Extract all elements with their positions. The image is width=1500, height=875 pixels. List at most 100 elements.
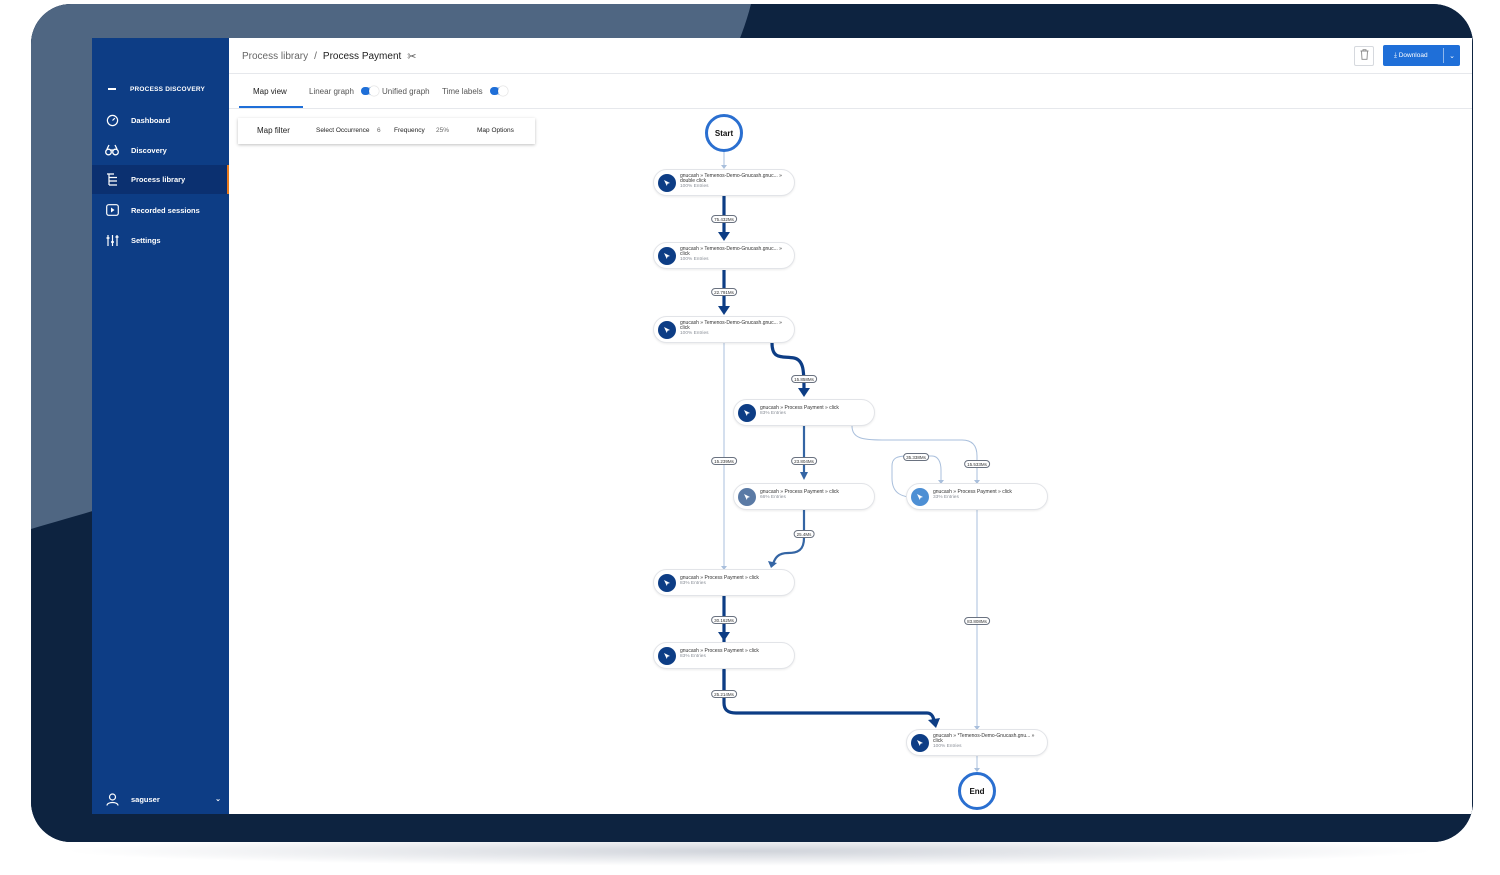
node-title: gnucash » *Temenos-Demo-Gnucash.gnu... » xyxy=(933,733,1035,739)
tab-unified-graph[interactable]: Unified graph xyxy=(382,87,430,96)
process-node[interactable]: gnucash » Temenos-Demo-Gnucash.gnuc... »… xyxy=(653,242,795,269)
node-entries: 100% Entries xyxy=(680,330,709,336)
cursor-icon xyxy=(738,488,756,506)
user-icon xyxy=(105,792,119,806)
cursor-icon xyxy=(658,174,676,192)
tab-map-view[interactable]: Map view xyxy=(253,87,287,96)
tree-list-icon xyxy=(105,173,119,187)
app-screen: PROCESS DISCOVERY Dashboard Discovery Pr… xyxy=(92,38,1472,814)
edge-duration-label: 25.4Ms xyxy=(793,530,815,538)
time-labels-toggle[interactable] xyxy=(490,86,508,96)
arrow-n3-n4 xyxy=(798,388,810,397)
node-action: click xyxy=(680,250,690,257)
sidebar-title: PROCESS DISCOVERY xyxy=(130,85,206,93)
node-action: click xyxy=(680,324,690,331)
occurrence-label[interactable]: Select Occurrence xyxy=(316,127,369,134)
sidebar-item-label: Recorded sessions xyxy=(131,205,200,215)
arrow-n4-n5 xyxy=(800,472,808,480)
edge-duration-label: 25.214Ms xyxy=(711,690,737,698)
end-label: End xyxy=(969,786,985,796)
trash-icon xyxy=(1360,47,1369,65)
chevron-down-icon[interactable]: ⌄ xyxy=(215,795,221,803)
sidebar-item-process-library[interactable]: Process library xyxy=(92,165,229,194)
breadcrumb-root[interactable]: Process library xyxy=(242,51,308,62)
edge-duration-label: 15.533Ms xyxy=(964,460,990,468)
node-entries: 100% Entries xyxy=(933,743,962,749)
delete-button[interactable] xyxy=(1354,46,1374,66)
collapse-icon[interactable] xyxy=(108,88,116,90)
map-filter-title[interactable]: Map filter xyxy=(257,126,290,135)
device-frame: PROCESS DISCOVERY Dashboard Discovery Pr… xyxy=(31,4,1473,842)
map-filter-bar: Map filter Select Occurrence 6 Frequency… xyxy=(238,118,535,144)
node-entries: 83% Entries xyxy=(680,581,706,586)
node-entries: 100% Entries xyxy=(680,256,709,262)
breadcrumb-current: Process Payment xyxy=(322,51,402,62)
sidebar-item-label: Process library xyxy=(131,175,186,184)
process-node[interactable]: gnucash » *Temenos-Demo-Gnucash.gnu... »… xyxy=(906,729,1048,756)
node-action: double click xyxy=(680,177,707,184)
tab-linear-graph[interactable]: Linear graph xyxy=(309,87,354,96)
node-entries: 33% Entries xyxy=(933,495,959,500)
node-title: gnucash » Temenos-Demo-Gnucash.gnuc... » xyxy=(680,246,782,252)
download-icon: ⤓ xyxy=(1394,51,1397,59)
occurrence-value[interactable]: 6 xyxy=(377,127,381,134)
arrow-n2-n3 xyxy=(718,306,730,315)
view-tabs: Map view Linear graph Unified graph Time… xyxy=(229,74,1472,109)
scissors-icon[interactable]: ✂ xyxy=(407,50,416,63)
sidebar-item-settings[interactable]: Settings xyxy=(92,226,229,254)
edge-duration-label: 15.858Ms xyxy=(791,375,817,383)
edge-duration-label: 35.338Ms xyxy=(903,453,929,461)
end-node[interactable]: End xyxy=(958,772,996,810)
process-node[interactable]: gnucash » Temenos-Demo-Gnucash.gnuc... »… xyxy=(653,169,795,196)
start-label: Start xyxy=(714,128,734,138)
graph-mode-toggle[interactable] xyxy=(361,86,379,96)
process-node[interactable]: gnucash » Temenos-Demo-Gnucash.gnuc... »… xyxy=(653,316,795,343)
cursor-icon xyxy=(658,574,676,592)
sidebar-item-dashboard[interactable]: Dashboard xyxy=(92,106,229,134)
node-entries: 83% Entries xyxy=(760,411,786,416)
sidebar-item-label: Settings xyxy=(131,235,161,245)
node-entries: 83% Entries xyxy=(680,654,706,659)
sidebar-item-label: Dashboard xyxy=(131,115,171,125)
chevron-down-icon[interactable]: ⌄ xyxy=(1444,52,1460,60)
edge-duration-label: 22.791Ms xyxy=(711,288,737,296)
user-menu[interactable]: saguser ⌄ xyxy=(92,790,229,808)
sliders-icon xyxy=(105,233,119,247)
edge-duration-label: 30.162Ms xyxy=(711,616,737,624)
arrow-n5-n7 xyxy=(768,561,777,568)
speedometer-icon xyxy=(105,113,119,127)
header: Process library / Process Payment ✂ ⤓ Do… xyxy=(229,38,1472,74)
frequency-label[interactable]: Frequency xyxy=(394,127,425,134)
process-node[interactable]: gnucash » Process Payment » click 66% Ent… xyxy=(733,483,875,510)
node-action: click xyxy=(933,737,943,744)
process-node[interactable]: gnucash » Process Payment » click 33% Ent… xyxy=(906,483,1048,510)
sidebar-item-label: Discovery xyxy=(131,145,167,155)
cursor-icon xyxy=(658,247,676,265)
process-node[interactable]: gnucash » Process Payment » click 83% Ent… xyxy=(653,642,795,669)
node-entries: 100% Entries xyxy=(680,183,709,189)
edge-duration-label: 23.804Ms xyxy=(791,457,817,465)
download-label: Download xyxy=(1398,51,1428,59)
active-tab-indicator xyxy=(239,106,303,108)
process-node[interactable]: gnucash » Process Payment » click 83% Ent… xyxy=(733,399,875,426)
process-node[interactable]: gnucash » Process Payment » click 83% Ent… xyxy=(653,569,795,596)
time-labels-label: Time labels xyxy=(442,87,483,96)
cursor-icon xyxy=(911,734,929,752)
sidebar: PROCESS DISCOVERY Dashboard Discovery Pr… xyxy=(92,38,229,814)
start-node[interactable]: Start xyxy=(705,114,743,152)
arrow-n7-n8 xyxy=(718,632,730,641)
frequency-value[interactable]: 25% xyxy=(436,127,449,134)
breadcrumb: Process library / Process Payment ✂ xyxy=(242,50,417,63)
cursor-icon xyxy=(658,647,676,665)
sidebar-header[interactable]: PROCESS DISCOVERY xyxy=(92,82,229,96)
download-button[interactable]: ⤓ Download ⌄ xyxy=(1383,45,1460,66)
sidebar-item-recorded-sessions[interactable]: Recorded sessions xyxy=(92,196,229,224)
edge-duration-label: 15.239Ms xyxy=(711,457,737,465)
process-map xyxy=(718,152,980,772)
node-title: gnucash » Temenos-Demo-Gnucash.gnuc... » xyxy=(680,320,782,326)
cursor-icon xyxy=(911,488,929,506)
cursor-icon xyxy=(738,404,756,422)
sidebar-item-discovery[interactable]: Discovery xyxy=(92,136,229,164)
node-entries: 66% Entries xyxy=(760,495,786,500)
map-options-button[interactable]: Map Options xyxy=(477,127,514,134)
